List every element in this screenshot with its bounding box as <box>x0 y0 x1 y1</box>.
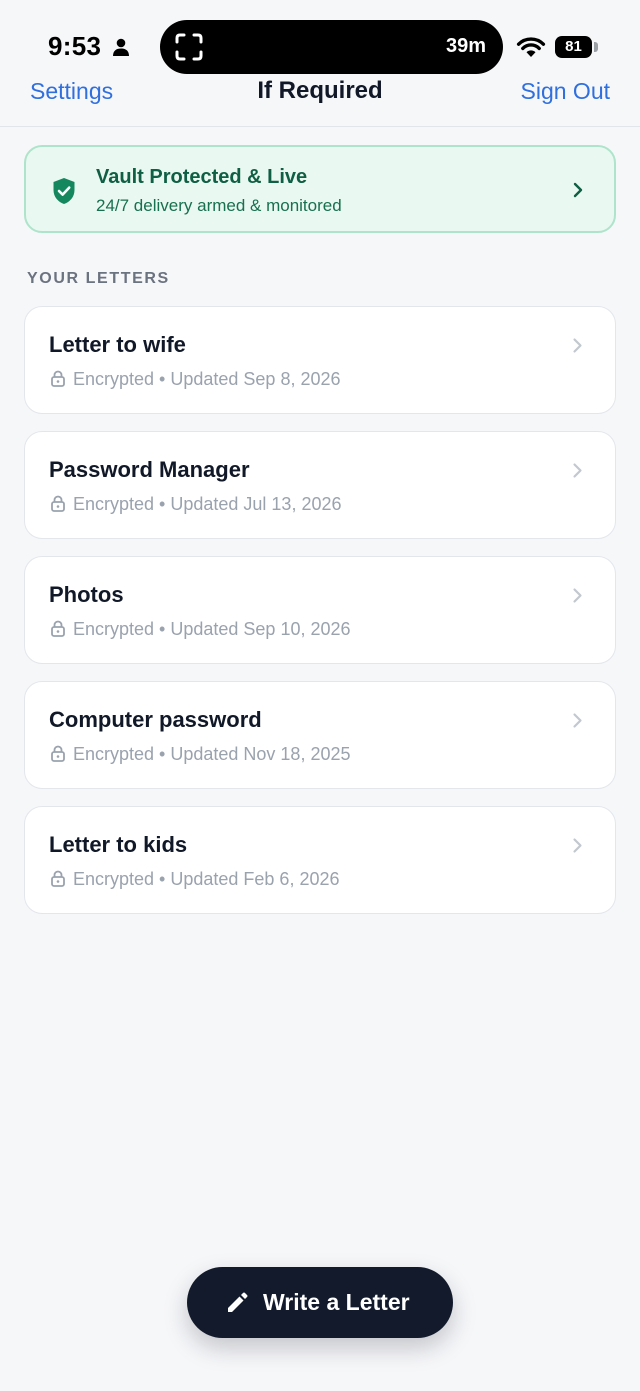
meta-separator: • <box>159 494 166 514</box>
chevron-right-icon <box>573 463 582 478</box>
meta-separator: • <box>159 369 166 389</box>
letter-status: Encrypted <box>73 619 155 639</box>
dynamic-island[interactable]: 39m <box>160 20 503 74</box>
letter-status: Encrypted <box>73 869 155 889</box>
letter-meta: Encrypted • Updated Sep 10, 2026 <box>51 619 351 640</box>
letter-meta: Encrypted • Updated Nov 18, 2025 <box>51 744 351 765</box>
lock-icon <box>51 495 65 512</box>
chevron-right-icon <box>573 182 583 198</box>
chevron-right-icon <box>573 588 582 603</box>
battery-icon: 81 <box>555 36 592 58</box>
meta-separator: • <box>159 744 166 764</box>
nav-bar: Settings If Required Sign Out <box>0 70 640 127</box>
letter-meta: Encrypted • Updated Sep 8, 2026 <box>51 369 341 390</box>
app-screen: 9:53 39m 81 Settings If Required Sign Ou… <box>0 0 640 1391</box>
letter-meta: Encrypted • Updated Jul 13, 2026 <box>51 494 342 515</box>
letter-updated: Updated Nov 18, 2025 <box>170 744 351 764</box>
letter-updated: Updated Jul 13, 2026 <box>170 494 342 514</box>
section-label-your-letters: YOUR LETTERS <box>27 270 170 287</box>
lock-icon <box>51 620 65 637</box>
letter-card[interactable]: Computer password Encrypted • Updated Nov … <box>24 681 616 789</box>
letter-updated: Updated Feb 6, 2026 <box>170 869 340 889</box>
status-bar: 9:53 39m 81 <box>0 0 640 74</box>
letter-status: Encrypted <box>73 744 155 764</box>
person-icon <box>113 38 129 56</box>
letter-card[interactable]: Letter to kids Encrypted • Updated Feb 6, … <box>24 806 616 914</box>
shield-check-icon <box>53 178 75 204</box>
chevron-right-icon <box>573 713 582 728</box>
lock-icon <box>51 370 65 387</box>
lock-icon <box>51 745 65 762</box>
battery-tip <box>594 42 598 52</box>
meta-separator: • <box>159 619 166 639</box>
letter-card[interactable]: Photos Encrypted • Updated Sep 10, 2026 <box>24 556 616 664</box>
letter-title: Photos <box>49 582 124 607</box>
letter-card[interactable]: Password Manager Encrypted • Updated Jul 1… <box>24 431 616 539</box>
write-letter-label: Write a Letter <box>263 1289 410 1315</box>
letter-title: Letter to kids <box>49 832 188 857</box>
letter-meta: Encrypted • Updated Feb 6, 2026 <box>51 869 340 890</box>
vault-status-banner[interactable]: Vault Protected & Live 24/7 delivery arm… <box>24 145 616 233</box>
letter-title: Computer password <box>49 707 262 732</box>
sign-out-button[interactable]: Sign Out <box>521 78 611 105</box>
letters-list: Letter to wife Encrypted • Updated Sep 8, … <box>24 306 616 931</box>
letter-card[interactable]: Letter to wife Encrypted • Updated Sep 8, … <box>24 306 616 414</box>
letter-updated: Updated Sep 10, 2026 <box>170 619 351 639</box>
status-time: 9:53 <box>48 31 102 61</box>
vault-title: Vault Protected & Live <box>96 166 308 188</box>
letter-status: Encrypted <box>73 494 155 514</box>
chevron-right-icon <box>573 338 582 353</box>
pencil-icon <box>228 1292 248 1312</box>
screen-record-icon <box>175 33 203 61</box>
vault-subtitle: 24/7 delivery armed & monitored <box>96 196 342 215</box>
island-timer: 39m <box>445 35 486 57</box>
letter-title: Letter to wife <box>49 332 186 357</box>
wifi-icon <box>516 37 546 57</box>
letter-status: Encrypted <box>73 369 155 389</box>
letter-title: Password Manager <box>49 457 250 482</box>
meta-separator: • <box>159 869 166 889</box>
chevron-right-icon <box>573 838 582 853</box>
write-letter-button[interactable]: Write a Letter <box>187 1267 453 1338</box>
lock-icon <box>51 870 65 887</box>
letter-updated: Updated Sep 8, 2026 <box>170 369 341 389</box>
